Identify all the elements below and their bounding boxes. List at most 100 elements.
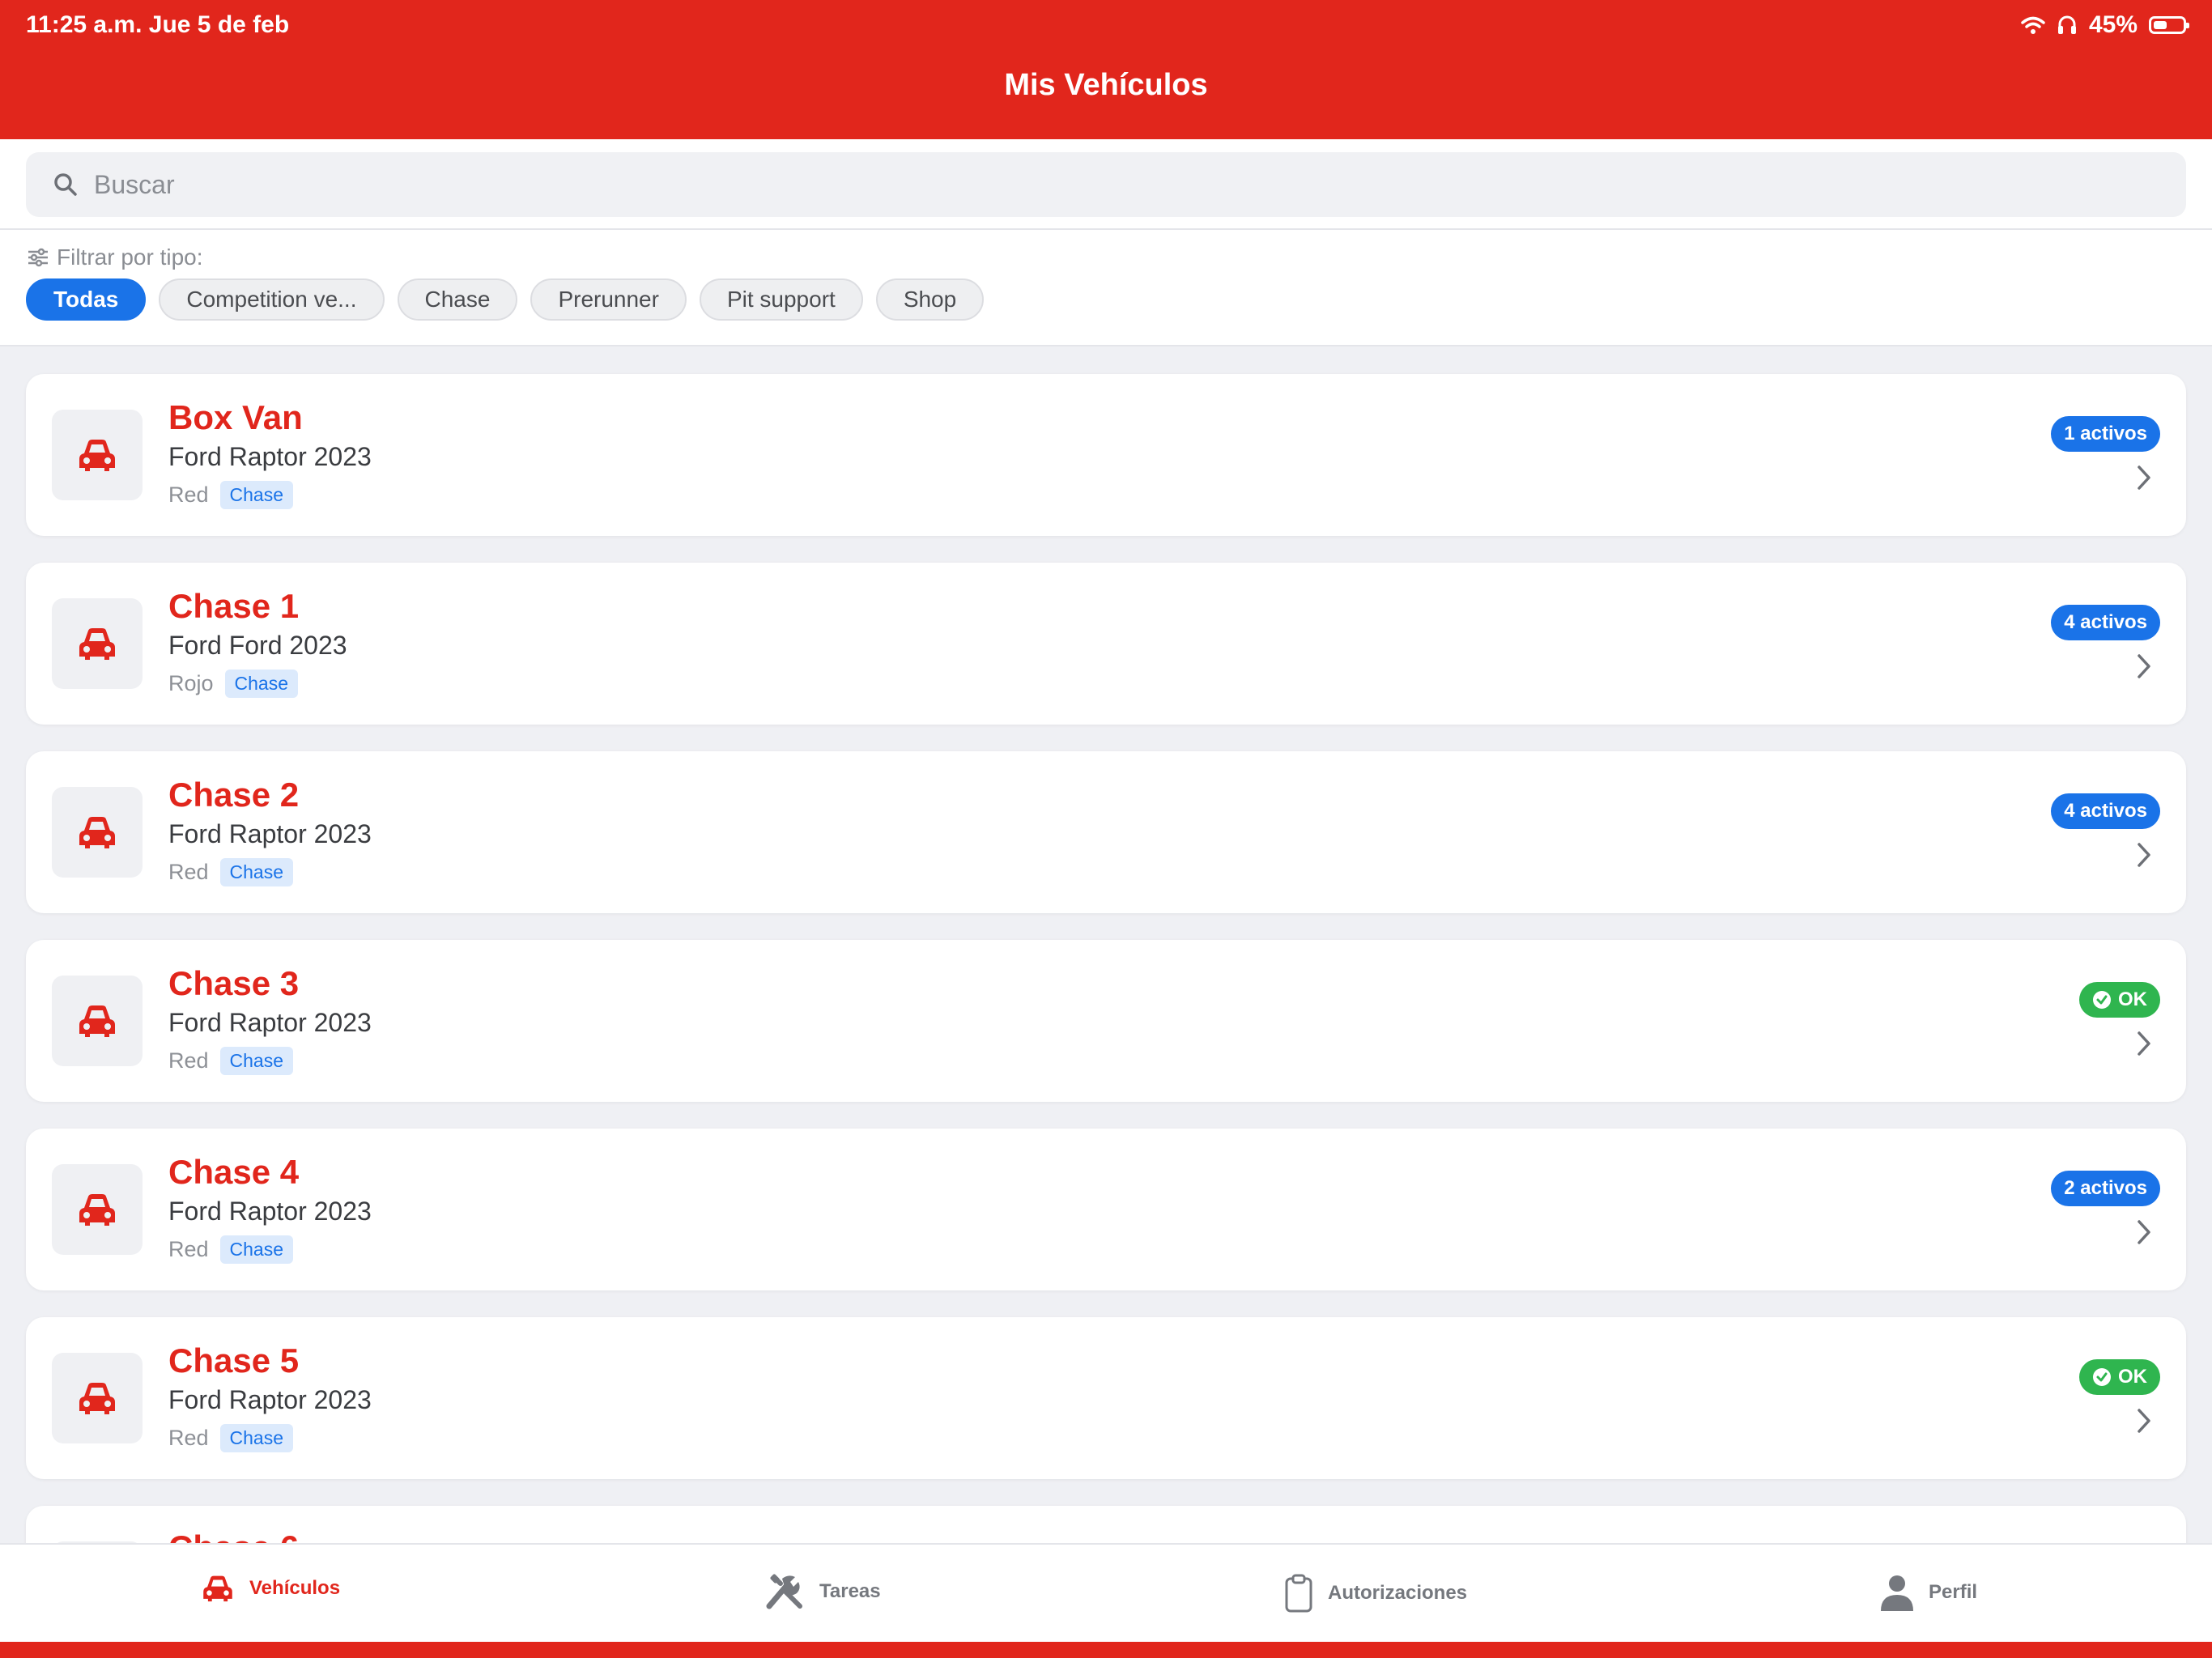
battery-percent: 45%	[2088, 11, 2138, 38]
vehicle-name: Chase 4	[168, 1153, 300, 1191]
vehicle-type-tag: Chase	[219, 1424, 294, 1452]
wifi-icon	[2021, 16, 2045, 34]
vehicle-thumb	[52, 410, 143, 500]
vehicle-thumb	[52, 1164, 143, 1255]
car-icon	[79, 817, 115, 848]
search-bar-container	[0, 139, 2212, 230]
home-indicator-bar	[0, 1642, 2212, 1658]
vehicle-type-tag: Chase	[219, 1235, 294, 1264]
car-icon	[79, 628, 115, 660]
vehicle-type-tag: Chase	[219, 481, 294, 509]
vehicle-card[interactable]: Box Van Ford Raptor 2023 Red Chase 1 act…	[26, 374, 2186, 536]
filter-chip-competition[interactable]: Competition ve...	[159, 278, 385, 321]
chevron-right-icon	[2138, 1031, 2150, 1056]
status-badge: 1 activos	[2051, 416, 2160, 452]
search-input[interactable]	[92, 168, 2039, 201]
vehicle-type-tag: Chase	[224, 670, 299, 698]
tab-vehiculos[interactable]: Vehículos	[201, 1574, 340, 1603]
filter-label: Filtrar por tipo:	[28, 244, 203, 270]
bottom-tab-bar: Vehículos Tareas Autorizaciones Perfil	[0, 1543, 2212, 1642]
vehicle-color: Red	[168, 1426, 209, 1450]
filter-chip-chase[interactable]: Chase	[397, 278, 518, 321]
check-circle-icon	[2093, 991, 2111, 1009]
tab-autorizaciones[interactable]: Autorizaciones	[1284, 1574, 1467, 1613]
filter-chip-prerunner[interactable]: Prerunner	[530, 278, 687, 321]
tab-label: Autorizaciones	[1328, 1582, 1468, 1604]
vehicle-card[interactable]: Chase 5 Ford Raptor 2023 Red Chase OK	[26, 1317, 2186, 1479]
vehicle-model: Ford Raptor 2023	[168, 1008, 372, 1037]
vehicle-meta: Rojo Chase	[168, 670, 299, 698]
filter-label-text: Filtrar por tipo:	[57, 244, 203, 270]
status-badge-text: OK	[2118, 1366, 2147, 1388]
vehicle-meta: Red Chase	[168, 1235, 294, 1264]
vehicle-model: Ford Raptor 2023	[168, 819, 372, 848]
vehicle-color: Rojo	[168, 671, 214, 695]
vehicle-model: Ford Raptor 2023	[168, 442, 372, 471]
filter-chip-shop[interactable]: Shop	[875, 278, 985, 321]
status-badge: OK	[2079, 1359, 2160, 1395]
vehicle-card[interactable]: Chase 2 Ford Raptor 2023 Red Chase 4 act…	[26, 751, 2186, 913]
status-badge: 4 activos	[2051, 605, 2160, 640]
status-badge: OK	[2079, 982, 2160, 1018]
vehicle-card[interactable]: Chase 1 Ford Ford 2023 Rojo Chase 4 acti…	[26, 563, 2186, 725]
chevron-right-icon	[2138, 843, 2150, 867]
search-icon	[54, 173, 77, 196]
chevron-right-icon	[2138, 1220, 2150, 1244]
car-icon	[79, 1383, 115, 1414]
vehicle-thumb	[52, 1353, 143, 1443]
status-badge-text: OK	[2118, 988, 2147, 1010]
status-badge-text: 2 activos	[2064, 1177, 2147, 1199]
tab-label: Tareas	[819, 1580, 881, 1602]
status-indicators: 45%	[2021, 11, 2189, 39]
status-badge-text: 1 activos	[2064, 423, 2147, 444]
vehicle-meta: Red Chase	[168, 858, 294, 886]
filter-chip-pit-support[interactable]: Pit support	[699, 278, 863, 321]
vehicle-name: Chase 5	[168, 1341, 300, 1380]
status-badge: 2 activos	[2051, 1171, 2160, 1206]
status-badge-text: 4 activos	[2064, 800, 2147, 822]
search-bar[interactable]	[26, 152, 2186, 217]
sliders-icon	[28, 248, 48, 267]
clipboard-icon	[1285, 1574, 1312, 1613]
vehicle-list: Box Van Ford Raptor 2023 Red Chase 1 act…	[26, 374, 2186, 1597]
vehicle-model: Ford Raptor 2023	[168, 1385, 372, 1414]
vehicle-name: Box Van	[168, 398, 303, 436]
tools-icon	[766, 1574, 802, 1609]
status-time: 11:25 a.m. Jue 5 de feb	[26, 11, 290, 38]
filter-chip-todas[interactable]: Todas	[26, 278, 147, 321]
vehicle-color: Red	[168, 860, 209, 884]
vehicle-thumb	[52, 976, 143, 1066]
vehicle-type-tag: Chase	[219, 1047, 294, 1075]
vehicle-name: Chase 3	[168, 964, 300, 1002]
battery-icon	[2149, 16, 2189, 34]
vehicle-color: Red	[168, 483, 209, 507]
tab-perfil[interactable]: Perfil	[1880, 1574, 1977, 1611]
tab-label: Vehículos	[249, 1577, 341, 1599]
vehicle-meta: Red Chase	[168, 481, 294, 509]
chevron-right-icon	[2138, 1409, 2150, 1433]
chevron-right-icon	[2138, 654, 2150, 678]
vehicle-name: Chase 2	[168, 776, 300, 814]
car-icon	[79, 440, 115, 471]
vehicle-thumb	[52, 598, 143, 689]
vehicle-model: Ford Raptor 2023	[168, 1197, 372, 1226]
chevron-right-icon	[2138, 466, 2150, 490]
filter-section: Filtrar por tipo: Todas Competition ve..…	[0, 230, 2212, 346]
page-title: Mis Vehículos	[1004, 68, 1208, 102]
person-icon	[1881, 1575, 1913, 1611]
status-badge-text: 4 activos	[2064, 611, 2147, 633]
vehicle-thumb	[52, 787, 143, 878]
vehicle-model: Ford Ford 2023	[168, 631, 347, 660]
vehicle-type-tag: Chase	[219, 858, 294, 886]
tab-tareas[interactable]: Tareas	[764, 1574, 881, 1609]
vehicle-meta: Red Chase	[168, 1424, 294, 1452]
vehicle-card[interactable]: Chase 4 Ford Raptor 2023 Red Chase 2 act…	[26, 1129, 2186, 1290]
headphones-icon	[2057, 15, 2076, 34]
car-icon	[203, 1575, 232, 1602]
vehicle-color: Red	[168, 1237, 209, 1261]
check-circle-icon	[2093, 1368, 2111, 1386]
vehicle-card[interactable]: Chase 3 Ford Raptor 2023 Red Chase OK	[26, 940, 2186, 1102]
car-icon	[79, 1194, 115, 1226]
status-badge: 4 activos	[2051, 793, 2160, 829]
vehicle-meta: Red Chase	[168, 1047, 294, 1075]
